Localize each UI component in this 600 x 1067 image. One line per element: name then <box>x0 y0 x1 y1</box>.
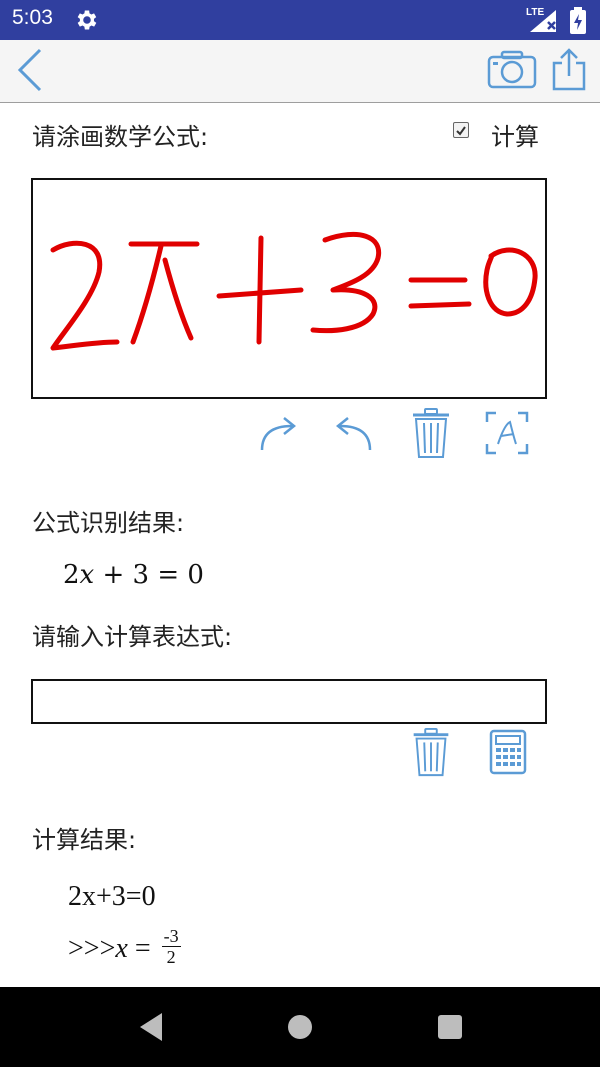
calculator-icon[interactable] <box>488 729 528 775</box>
result-fraction: -3 2 <box>161 926 181 967</box>
undo-icon[interactable] <box>330 410 376 456</box>
result-solution: >>>x = -3 2 <box>68 926 181 967</box>
nav-home-icon[interactable] <box>288 1015 312 1039</box>
back-icon[interactable] <box>14 46 48 94</box>
nav-recent-icon[interactable] <box>438 1015 462 1039</box>
calculate-checkbox[interactable] <box>453 122 469 138</box>
status-bar: 5:03 LTE <box>0 0 600 40</box>
battery-icon <box>570 7 586 34</box>
gear-icon <box>77 10 97 30</box>
draw-formula-label: 请涂画数学公式: <box>32 123 209 151</box>
redo-icon[interactable] <box>256 410 302 456</box>
nav-back-icon[interactable] <box>136 1011 166 1043</box>
drawing-canvas[interactable] <box>31 178 547 399</box>
recognize-icon[interactable] <box>484 410 530 456</box>
status-time: 5:03 <box>12 6 53 29</box>
trash-icon[interactable] <box>410 407 452 461</box>
recognition-result-label: 公式识别结果: <box>32 509 185 537</box>
handwriting-strokes <box>50 231 538 351</box>
recognized-formula: 2x + 3 = 0 <box>63 560 204 590</box>
check-icon <box>456 126 466 136</box>
share-icon[interactable] <box>550 46 588 92</box>
toolbar <box>0 40 600 103</box>
calculation-result-label: 计算结果: <box>32 826 137 854</box>
clear-expression-trash-icon[interactable] <box>410 727 452 779</box>
expression-input[interactable] <box>31 679 547 724</box>
signal-icon <box>530 10 556 32</box>
expression-input-label: 请输入计算表达式: <box>32 623 233 651</box>
calculate-checkbox-label: 计算 <box>491 123 539 151</box>
camera-icon[interactable] <box>486 48 538 90</box>
navigation-bar <box>0 987 600 1067</box>
result-equation: 2x+3=0 <box>68 881 156 912</box>
